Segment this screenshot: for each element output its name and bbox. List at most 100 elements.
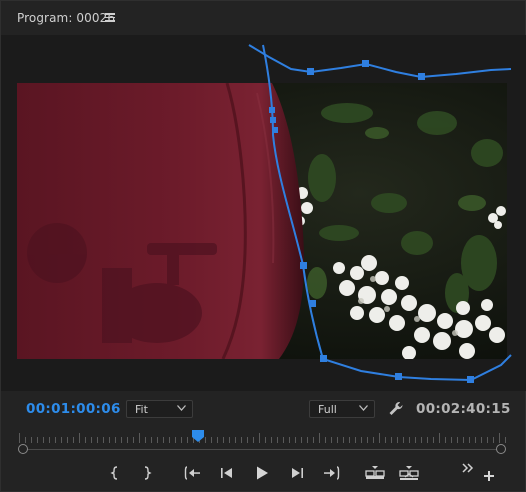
- ruler-tick: [337, 437, 338, 443]
- ruler-tick: [61, 437, 62, 443]
- ruler-tick: [109, 437, 110, 443]
- ruler-tick: [127, 437, 128, 443]
- ruler-tick: [121, 437, 122, 443]
- lift-icon: [365, 466, 385, 479]
- ruler-tick: [271, 437, 272, 443]
- ruler-tick: [289, 437, 290, 443]
- ruler-tick: [325, 437, 326, 443]
- playback-resolution-select[interactable]: Full: [309, 400, 375, 418]
- out-point-handle[interactable]: [496, 444, 506, 454]
- ruler-tick: [457, 437, 458, 443]
- ruler-tick: [175, 437, 176, 443]
- ruler-tick: [85, 437, 86, 443]
- hamburger-menu-icon[interactable]: [105, 13, 115, 22]
- ruler-tick: [97, 437, 98, 443]
- ruler-tick: [451, 437, 452, 443]
- ruler-tick: [409, 437, 410, 443]
- ruler-tick: [91, 437, 92, 443]
- mark-in-button[interactable]: [105, 463, 125, 483]
- panel-header: Program: 00026: [1, 1, 526, 35]
- go-to-out-icon: [324, 466, 340, 480]
- double-chevron-right-icon: [462, 463, 474, 473]
- ruler-tick: [265, 437, 266, 443]
- step-back-button[interactable]: [217, 463, 237, 483]
- extract-icon: [399, 466, 419, 480]
- program-monitor-panel: Program: 00026 00:01:00:06 Fit Full 00:0…: [0, 0, 526, 492]
- time-ruler[interactable]: [1, 425, 526, 455]
- chevron-down-icon: [359, 405, 368, 411]
- ruler-tick: [367, 437, 368, 443]
- ruler-tick: [145, 437, 146, 443]
- playhead-icon[interactable]: [192, 430, 204, 442]
- ruler-tick: [433, 437, 434, 443]
- ruler-tick: [355, 437, 356, 443]
- ruler-tick: [73, 437, 74, 443]
- ruler-tick: [283, 437, 284, 443]
- program-viewer[interactable]: [1, 35, 526, 391]
- ruler-tick: [253, 437, 254, 443]
- go-to-in-icon: [184, 466, 200, 480]
- ruler-tick: [181, 437, 182, 443]
- ruler-tick: [19, 433, 20, 443]
- ruler-tick: [439, 433, 440, 443]
- mark-out-icon: [144, 466, 152, 480]
- playhead-timecode[interactable]: 00:01:00:06: [26, 401, 121, 417]
- ruler-tick: [505, 437, 506, 443]
- panel-title[interactable]: Program: 00026: [17, 11, 115, 25]
- ruler-tick: [151, 437, 152, 443]
- ruler-tick: [445, 437, 446, 443]
- ruler-tick: [43, 437, 44, 443]
- ruler-tick: [313, 437, 314, 443]
- ruler-tick: [37, 437, 38, 443]
- play-button[interactable]: [252, 463, 272, 483]
- ruler-tick: [103, 437, 104, 443]
- ruler-tick: [115, 437, 116, 443]
- more-controls-button[interactable]: [458, 458, 478, 478]
- mark-out-button[interactable]: [137, 463, 157, 483]
- ruler-tick: [163, 437, 164, 443]
- ruler-tick: [247, 437, 248, 443]
- scrub-bar[interactable]: [23, 449, 501, 450]
- button-editor-button[interactable]: [479, 466, 499, 486]
- ruler-tick: [481, 437, 482, 443]
- ruler-tick: [31, 437, 32, 443]
- chevron-down-icon: [177, 405, 186, 411]
- ruler-tick: [391, 437, 392, 443]
- ruler-tick: [25, 437, 26, 443]
- ruler-tick: [139, 433, 140, 443]
- ruler-tick: [493, 437, 494, 443]
- go-to-in-button[interactable]: [183, 463, 203, 483]
- ruler-tick: [205, 437, 206, 443]
- ruler-tick: [49, 437, 50, 443]
- ruler-tick: [331, 437, 332, 443]
- lift-button[interactable]: [365, 463, 385, 483]
- mask-path[interactable]: [1, 35, 526, 391]
- ruler-tick: [487, 437, 488, 443]
- ruler-tick: [475, 437, 476, 443]
- ruler-tick: [217, 437, 218, 443]
- ruler-tick: [415, 437, 416, 443]
- duration-timecode: 00:02:40:15: [416, 401, 511, 417]
- ruler-tick: [79, 433, 80, 443]
- ruler-tick: [301, 437, 302, 443]
- ruler-tick: [187, 437, 188, 443]
- extract-button[interactable]: [399, 463, 419, 483]
- zoom-level-value: Fit: [135, 403, 148, 416]
- ruler-tick: [259, 433, 260, 443]
- play-icon: [257, 466, 268, 480]
- step-forward-button[interactable]: [287, 463, 307, 483]
- ruler-tick: [67, 437, 68, 443]
- ruler-tick: [307, 437, 308, 443]
- timecode-row: 00:01:00:06 Fit Full 00:02:40:15: [1, 397, 526, 423]
- ruler-tick: [373, 437, 374, 443]
- ruler-tick: [223, 437, 224, 443]
- ruler-tick: [211, 437, 212, 443]
- zoom-level-select[interactable]: Fit: [126, 400, 193, 418]
- go-to-out-button[interactable]: [321, 463, 341, 483]
- ruler-tick: [427, 437, 428, 443]
- ruler-tick: [379, 433, 380, 443]
- in-point-handle[interactable]: [18, 444, 28, 454]
- ruler-tick: [421, 437, 422, 443]
- wrench-icon[interactable]: [387, 400, 405, 418]
- transport-controls: [1, 461, 526, 489]
